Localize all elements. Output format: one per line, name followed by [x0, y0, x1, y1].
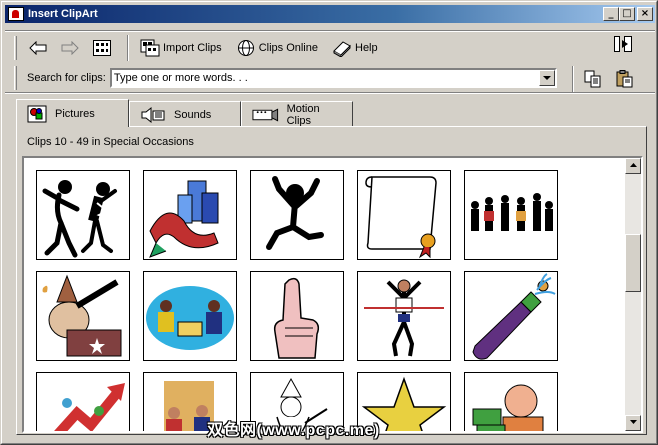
help-book-icon	[333, 41, 351, 57]
search-label: Search for clips:	[27, 72, 106, 84]
insert-clipart-window: Insert ClipArt _ □ × Import Clips Clips …	[0, 0, 658, 445]
toolbar-divider	[5, 30, 655, 32]
scroll-thumb[interactable]	[625, 234, 641, 292]
title-buttons: _ □ ×	[603, 7, 653, 21]
gallery-scrollbar[interactable]	[625, 158, 641, 431]
close-button[interactable]: ×	[637, 7, 653, 21]
category-breadcrumb: Clips 10 - 49 in Special Occasions	[27, 136, 194, 148]
rising-arrow-clip[interactable]	[36, 372, 130, 431]
help-label: Help	[355, 42, 378, 54]
import-clips-icon	[140, 39, 160, 57]
window-frame: Insert ClipArt _ □ × Import Clips Clips …	[1, 1, 657, 444]
forward-button[interactable]	[57, 36, 83, 60]
tab-motion-clips-label: Motion Clips	[286, 102, 320, 127]
sounds-icon	[141, 106, 165, 123]
search-combobox[interactable]	[109, 68, 557, 88]
jumping-man-clip[interactable]	[250, 170, 344, 260]
clips-online-button[interactable]: Clips Online	[231, 36, 323, 60]
meeting-table-clip[interactable]	[143, 271, 237, 361]
clipboard-buttons	[566, 66, 644, 92]
title-bar[interactable]: Insert ClipArt _ □ ×	[5, 5, 655, 23]
tab-pictures-label: Pictures	[55, 107, 95, 120]
search-input[interactable]	[111, 70, 532, 86]
group-cheer-clip[interactable]	[464, 170, 558, 260]
watermark: 双色网(www.pcpc.me)	[207, 422, 380, 439]
search-separator	[572, 66, 574, 92]
diploma-scroll-clip[interactable]	[357, 170, 451, 260]
chevron-down-icon	[542, 76, 551, 80]
clips-online-label: Clips Online	[258, 42, 318, 54]
toolbar-separator	[127, 35, 129, 61]
help-button[interactable]: Help	[327, 36, 383, 60]
change-window-size-button[interactable]	[614, 36, 632, 55]
champagne-bottle-clip[interactable]	[464, 271, 558, 361]
tab-strip: Pictures Sounds Motion Clips	[16, 99, 353, 127]
tab-sounds[interactable]: Sounds	[129, 101, 241, 127]
window-shrink-icon	[614, 36, 632, 52]
import-clips-label: Import Clips	[163, 42, 222, 54]
toolbar-grip[interactable]	[14, 36, 17, 60]
minimize-button[interactable]: _	[603, 7, 619, 21]
paste-icon	[616, 70, 633, 88]
scroll-up-icon	[629, 163, 637, 167]
search-divider	[5, 92, 655, 94]
scroll-down-button[interactable]	[625, 415, 641, 431]
search-row: Search for clips:	[14, 65, 644, 92]
maximize-button[interactable]: □	[619, 7, 635, 21]
import-clips-button[interactable]: Import Clips	[135, 36, 227, 60]
toolbar: Import Clips Clips Online Help	[14, 33, 644, 63]
back-arrow-icon	[29, 41, 47, 55]
dancing-couple-clip[interactable]	[36, 170, 130, 260]
paste-button[interactable]	[612, 67, 638, 91]
search-grip[interactable]	[14, 66, 17, 90]
wizard-telescope-clip[interactable]	[36, 271, 130, 361]
clipart-app-icon	[8, 7, 24, 21]
window-title: Insert ClipArt	[28, 8, 98, 20]
pictures-icon	[27, 105, 47, 122]
buildings-ribbon-clip[interactable]	[143, 170, 237, 260]
tab-motion-clips[interactable]: Motion Clips	[241, 101, 353, 127]
tab-pictures[interactable]: Pictures	[16, 99, 129, 127]
runner-finish-clip[interactable]	[357, 271, 451, 361]
tab-sounds-label: Sounds	[174, 108, 212, 121]
motion-clips-icon	[252, 108, 279, 121]
clips-panel: Clips 10 - 49 in Special Occasions	[16, 126, 647, 435]
all-categories-button[interactable]	[89, 36, 115, 60]
copy-icon	[584, 70, 601, 88]
pointing-finger-clip[interactable]	[250, 271, 344, 361]
clip-gallery[interactable]	[22, 156, 643, 433]
money-man-clip[interactable]	[464, 372, 558, 431]
search-dropdown-button[interactable]	[538, 70, 555, 86]
forward-arrow-icon	[61, 41, 79, 55]
categories-grid-icon	[93, 40, 111, 56]
copy-button[interactable]	[580, 67, 606, 91]
scroll-down-icon	[629, 420, 637, 424]
scroll-up-button[interactable]	[625, 158, 641, 174]
clips-online-icon	[237, 40, 254, 56]
back-button[interactable]	[25, 36, 51, 60]
